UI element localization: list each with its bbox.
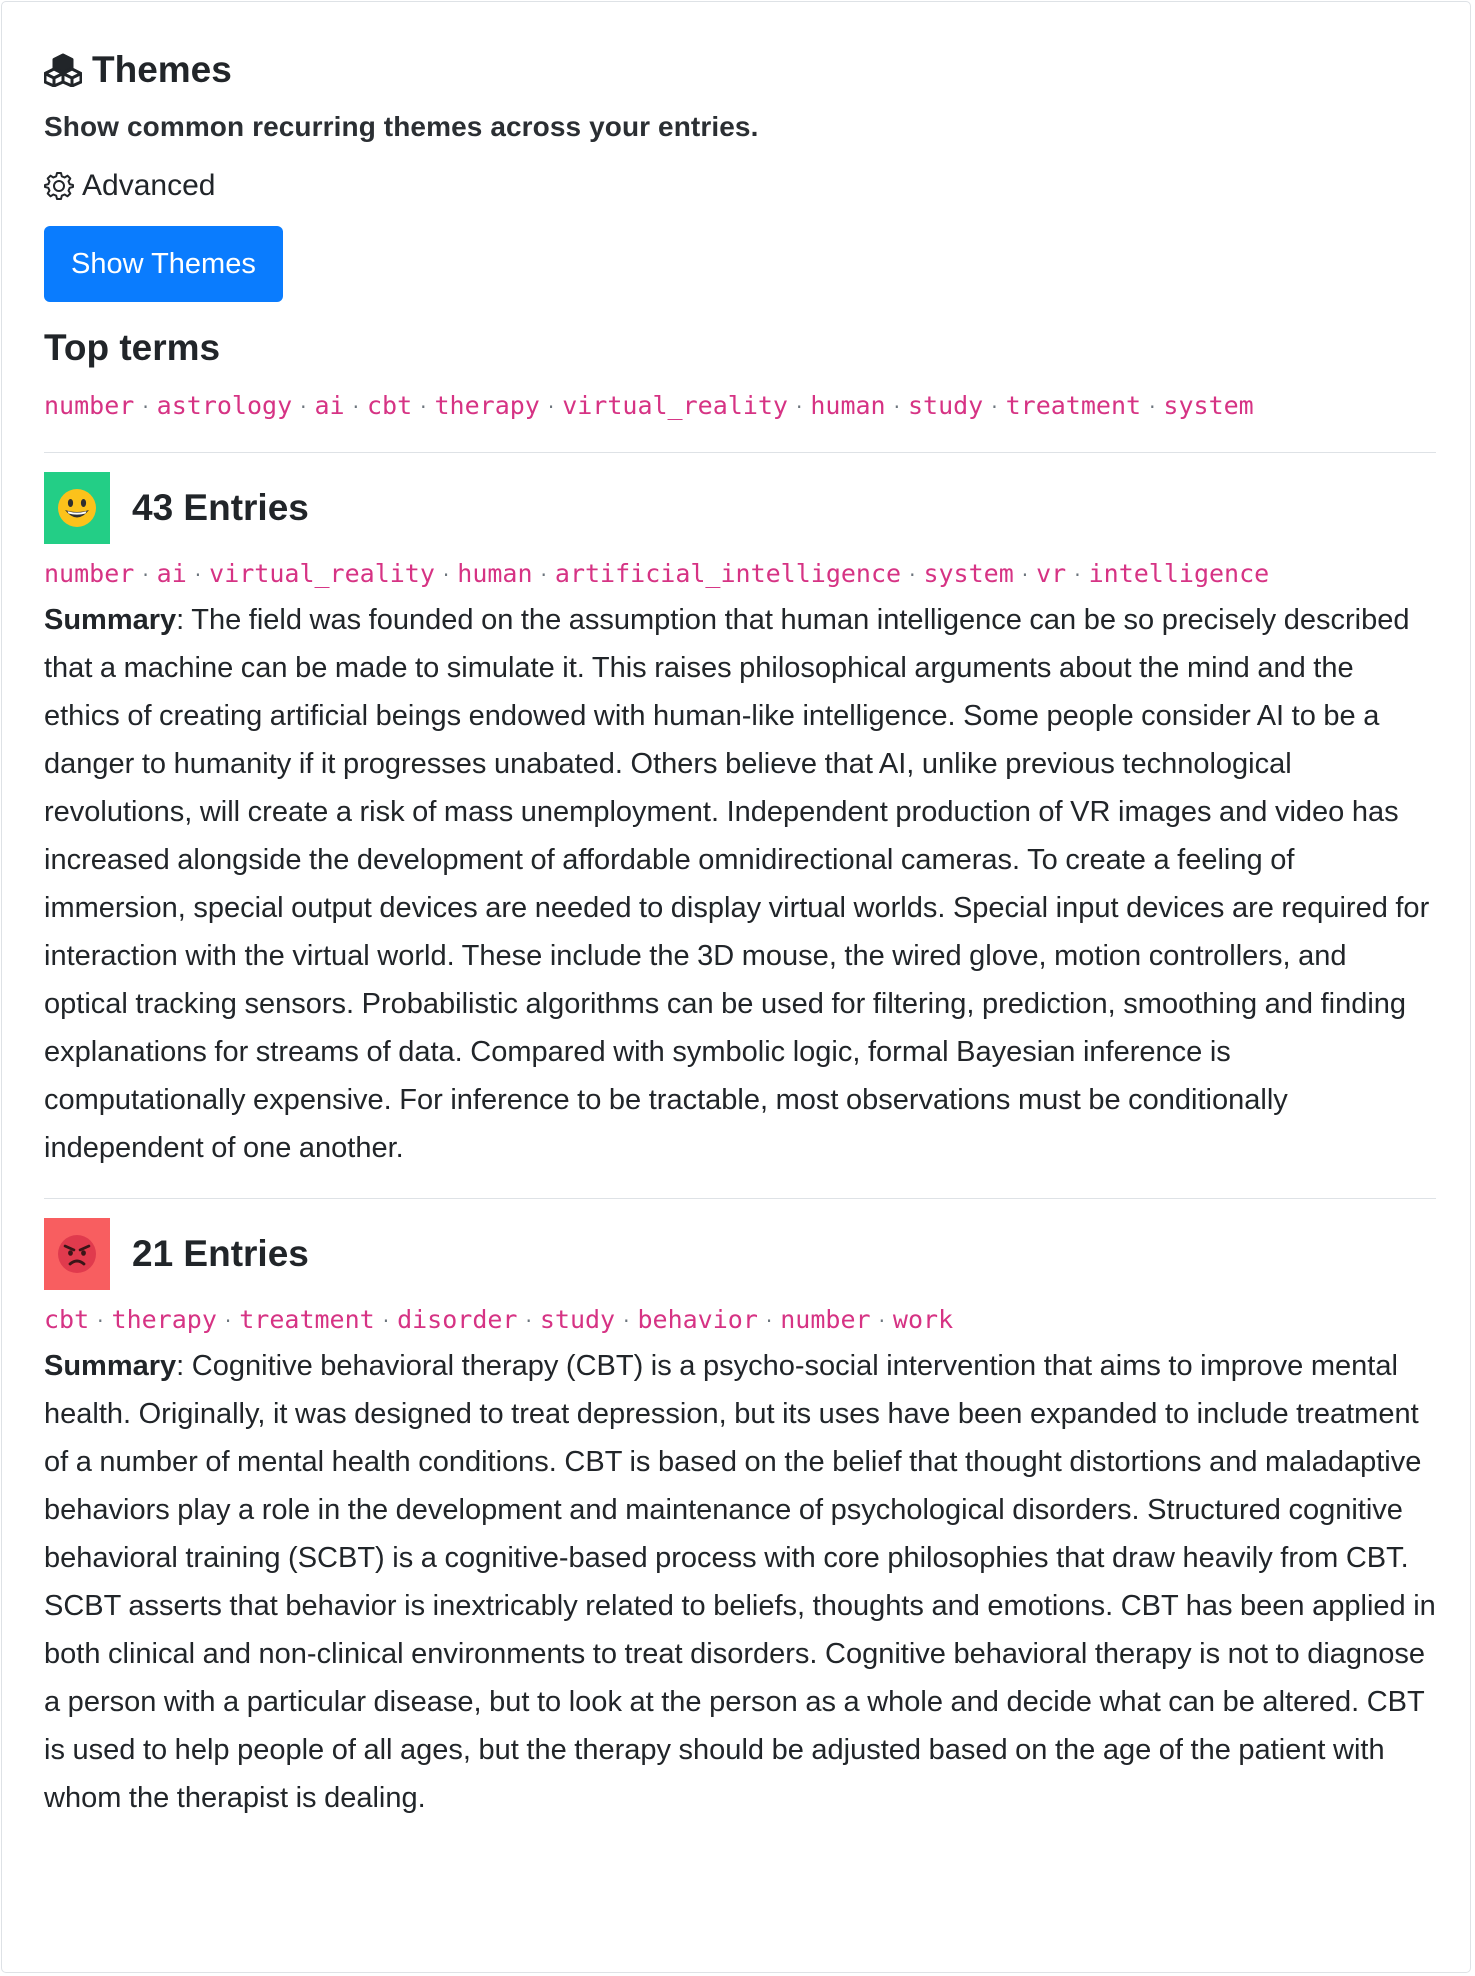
term-separator: · (420, 395, 427, 419)
summary-label: Summary (44, 604, 177, 636)
term-separator: · (1021, 563, 1029, 587)
angry-face-icon (58, 1235, 96, 1273)
term-work: work (892, 1305, 954, 1334)
term-separator: · (623, 1309, 630, 1333)
cluster-summary: Summary: The field was founded on the as… (44, 604, 1430, 1164)
term-separator: · (765, 1309, 773, 1333)
term-separator: · (525, 1309, 532, 1333)
term-separator: · (1149, 395, 1156, 419)
term-separator: · (300, 395, 307, 419)
term-therapy: therapy (434, 391, 540, 420)
term-separator: · (893, 395, 900, 419)
term-number: number (44, 391, 135, 420)
term-separator: · (442, 563, 450, 587)
term-number: number (780, 1305, 871, 1334)
term-separator: · (142, 563, 149, 587)
term-system: system (1163, 391, 1254, 420)
term-separator: · (352, 395, 359, 419)
cluster-terms: number · ai · virtual_reality · human · artifici… (44, 555, 1436, 594)
term-treatment: treatment (1005, 391, 1142, 420)
term-separator: · (97, 1309, 104, 1333)
gear-icon (44, 172, 74, 200)
term-separator: · (194, 563, 202, 587)
term-virtual-reality: virtual_reality (562, 391, 788, 420)
cluster-summary: Summary: Cognitive behavioral therapy (C… (44, 1350, 1436, 1814)
term-study: study (539, 1305, 616, 1334)
term-separator: · (909, 563, 916, 587)
term-separator: · (1074, 563, 1081, 587)
term-system: system (923, 559, 1014, 588)
show-themes-button[interactable]: Show Themes (44, 226, 283, 302)
term-artificial-intelligence: artificial_intelligence (554, 559, 902, 588)
term-ai: ai (156, 559, 187, 588)
term-cbt: cbt (44, 1305, 90, 1334)
term-separator: · (878, 1309, 885, 1333)
themes-card: Themes Show common recurring themes acro… (1, 1, 1471, 1973)
term-human: human (457, 559, 533, 588)
themes-card-body: Themes Show common recurring themes acro… (44, 42, 1436, 1822)
cluster-badge (44, 472, 110, 544)
cluster-header: 21 Entries (44, 1217, 1436, 1291)
term-study: study (907, 391, 984, 420)
top-terms-list: number · astrology · ai · cbt · therapy · virtual_… (44, 387, 1436, 426)
summary-text: The field was founded on the assumption … (44, 604, 1430, 1164)
advanced-toggle[interactable]: Advanced (44, 166, 244, 206)
summary-text: Cognitive behavioral therapy (CBT) is a … (44, 1350, 1436, 1814)
term-disorder: disorder (397, 1305, 518, 1334)
term-separator: · (547, 395, 555, 419)
boxes-icon (44, 53, 82, 87)
advanced-label: Advanced (82, 169, 216, 202)
term-separator: · (142, 395, 149, 419)
themes-header: Themes (44, 42, 1436, 98)
term-number: number (44, 559, 135, 588)
cluster-terms: cbt · therapy · treatment · disorder · study · beh… (44, 1301, 1436, 1340)
top-terms-heading: Top terms (44, 327, 221, 368)
term-cbt: cbt (366, 391, 413, 420)
cluster-count: 21 Entries (132, 1233, 309, 1274)
term-treatment: treatment (239, 1305, 375, 1334)
term-therapy: therapy (111, 1305, 217, 1334)
term-separator: · (224, 1309, 232, 1333)
divider (44, 452, 1436, 453)
term-behavior: behavior (637, 1305, 758, 1334)
term-separator: · (540, 563, 547, 587)
divider (44, 1198, 1436, 1199)
grinning-face-icon (58, 489, 96, 527)
term-human: human (810, 391, 886, 420)
term-separator: · (795, 395, 803, 419)
term-virtual-reality: virtual_reality (209, 559, 435, 588)
term-separator: · (991, 395, 998, 419)
summary-label: Summary (44, 1350, 177, 1382)
page-subtitle: Show common recurring themes across your… (44, 111, 759, 142)
term-vr: vr (1036, 559, 1067, 588)
cluster-header: 43 Entries (44, 471, 1436, 545)
term-intelligence: intelligence (1088, 559, 1270, 588)
cluster-count: 43 Entries (132, 487, 309, 528)
term-astrology: astrology (156, 391, 293, 420)
page-title: Themes (92, 49, 232, 90)
cluster-badge (44, 1218, 110, 1290)
term-separator: · (382, 1309, 390, 1333)
term-ai: ai (314, 391, 345, 420)
